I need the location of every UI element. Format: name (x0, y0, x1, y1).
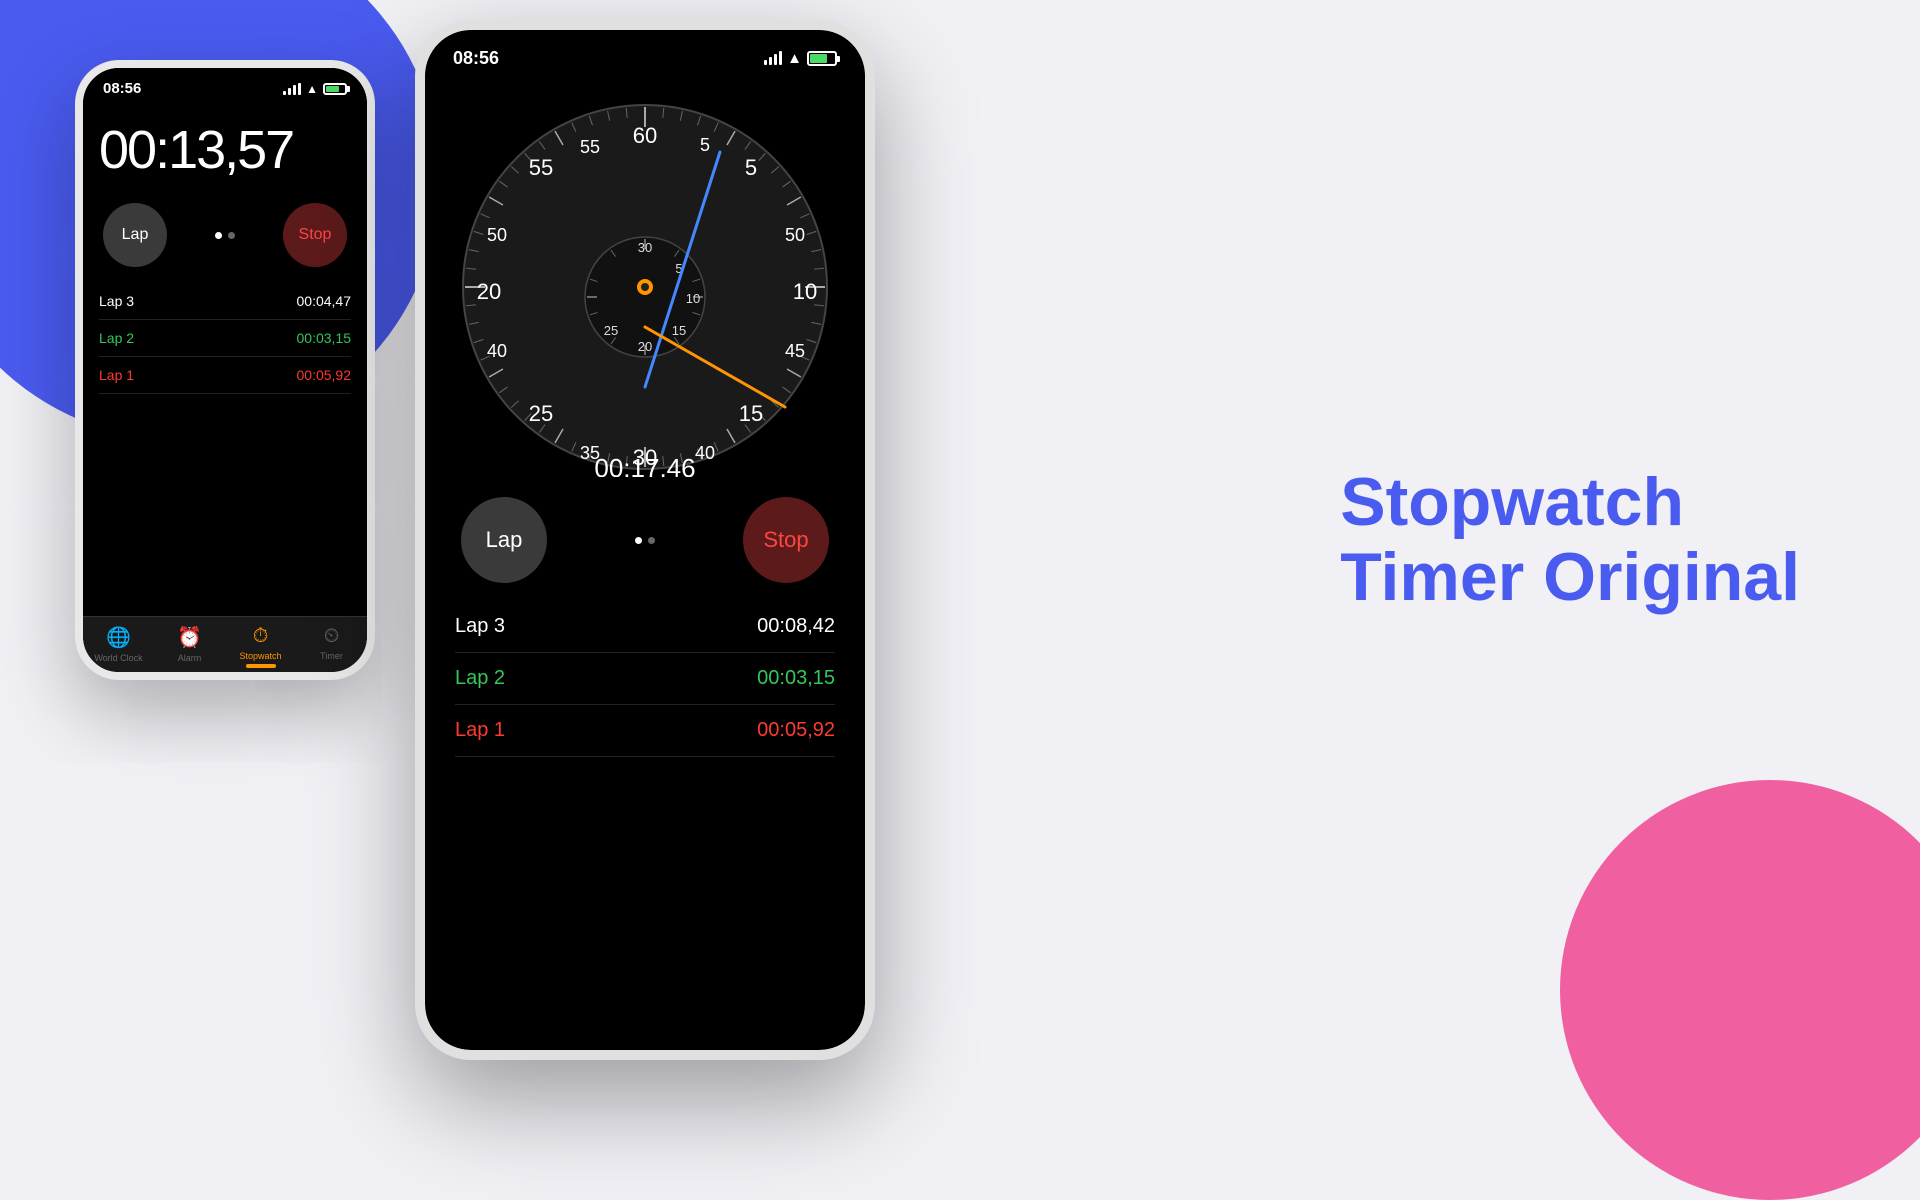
svg-text:15: 15 (672, 323, 686, 338)
svg-text:30: 30 (638, 240, 652, 255)
large-battery-icon (807, 51, 837, 66)
small-status-bar: 08:56 ▲ (83, 68, 367, 103)
small-timer-display: 00:13,57 (83, 103, 367, 187)
lap-3-time: 00:04,47 (297, 293, 352, 309)
lap-2-label: Lap 2 (99, 330, 134, 346)
table-row: Lap 2 00:03,15 (99, 320, 351, 357)
small-status-icons: ▲ (283, 82, 347, 96)
large-wifi-icon: ▲ (787, 50, 802, 67)
title-stopwatch: Stopwatch (1340, 465, 1800, 540)
large-status-icons: ▲ (764, 50, 837, 67)
small-controls: Lap Stop (83, 187, 367, 283)
small-status-time: 08:56 (103, 80, 141, 97)
large-lap-3-time: 00:08,42 (757, 615, 835, 638)
wifi-icon: ▲ (306, 82, 318, 96)
table-row: Lap 1 00:05,92 (99, 357, 351, 394)
large-lap-list: Lap 3 00:08,42 Lap 2 00:03,15 Lap 1 00:0… (425, 593, 865, 757)
svg-text:20: 20 (477, 279, 501, 304)
svg-text:45: 45 (785, 341, 805, 361)
large-dot-2 (648, 537, 655, 544)
large-lap-2-time: 00:03,15 (757, 667, 835, 690)
tab-alarm[interactable]: ⏰ Alarm (154, 625, 225, 668)
large-lap-button[interactable]: Lap (461, 497, 547, 583)
table-row: Lap 3 00:08,42 (455, 601, 835, 653)
svg-text:5: 5 (700, 135, 710, 155)
alarm-icon: ⏰ (177, 625, 202, 650)
svg-text:40: 40 (487, 341, 507, 361)
svg-text:25: 25 (604, 323, 618, 338)
table-row: Lap 1 00:05,92 (455, 705, 835, 757)
tab-stopwatch[interactable]: ⏱ Stopwatch (225, 625, 296, 668)
lap-1-time: 00:05,92 (297, 367, 352, 383)
title-timer: Timer Original (1340, 540, 1800, 615)
svg-text:40: 40 (695, 443, 715, 463)
large-phone: 08:56 ▲ (415, 20, 875, 1060)
lap-3-label: Lap 3 (99, 293, 134, 309)
svg-text:10: 10 (793, 279, 817, 304)
tab-timer-label: Timer (320, 651, 343, 661)
large-signal-icon (764, 53, 782, 65)
large-dot-1 (635, 537, 642, 544)
large-lap-1-time: 00:05,92 (757, 719, 835, 742)
page-dots (215, 232, 235, 239)
svg-text:5: 5 (745, 155, 757, 180)
svg-text:25: 25 (529, 401, 553, 426)
lap-2-time: 00:03,15 (297, 330, 352, 346)
signal-icon (283, 83, 301, 95)
svg-text:55: 55 (529, 155, 553, 180)
tab-timer[interactable]: ⏲ Timer (296, 625, 367, 668)
large-lap-1-label: Lap 1 (455, 719, 505, 742)
tab-stopwatch-label: Stopwatch (239, 651, 281, 661)
stopwatch-icon: ⏱ (253, 625, 269, 648)
large-status-bar: 08:56 ▲ (425, 30, 865, 77)
svg-text:20: 20 (638, 339, 652, 354)
title-section: Stopwatch Timer Original (1340, 465, 1800, 615)
small-phone: 08:56 ▲ 00:13,57 Lap (75, 60, 375, 680)
table-row: Lap 2 00:03,15 (455, 653, 835, 705)
dot-1 (215, 232, 222, 239)
stopwatch-face-svg: /* ticks generated below */ (455, 97, 835, 477)
svg-text:55: 55 (580, 137, 600, 157)
tab-world-clock-label: World Clock (94, 653, 142, 663)
large-lap-2-label: Lap 2 (455, 667, 505, 690)
stopwatch-face-container: /* ticks generated below */ (425, 77, 865, 487)
lap-1-label: Lap 1 (99, 367, 134, 383)
bg-pink-shape (1560, 780, 1920, 1200)
small-tab-bar: 🌐 World Clock ⏰ Alarm ⏱ Stopwatch ⏲ Time… (83, 616, 367, 672)
small-lap-list: Lap 3 00:04,47 Lap 2 00:03,15 Lap 1 00:0… (83, 283, 367, 616)
timer-icon: ⏲ (324, 625, 340, 648)
large-controls: Lap Stop (425, 487, 865, 593)
large-status-time: 08:56 (453, 48, 499, 69)
small-lap-button[interactable]: Lap (103, 203, 167, 267)
svg-text:15: 15 (739, 401, 763, 426)
small-stop-button[interactable]: Stop (283, 203, 347, 267)
large-page-dots (635, 537, 655, 544)
large-lap-3-label: Lap 3 (455, 615, 505, 638)
svg-text:50: 50 (785, 225, 805, 245)
tab-world-clock[interactable]: 🌐 World Clock (83, 625, 154, 668)
dot-2 (228, 232, 235, 239)
large-stop-button[interactable]: Stop (743, 497, 829, 583)
svg-text:60: 60 (633, 123, 657, 148)
world-clock-icon: 🌐 (106, 625, 131, 650)
battery-icon (323, 83, 347, 95)
tab-active-indicator (246, 664, 276, 668)
table-row: Lap 3 00:04,47 (99, 283, 351, 320)
svg-text:00:17,46: 00:17,46 (594, 453, 695, 477)
svg-text:10: 10 (686, 291, 700, 306)
svg-text:50: 50 (487, 225, 507, 245)
tab-alarm-label: Alarm (178, 653, 202, 663)
